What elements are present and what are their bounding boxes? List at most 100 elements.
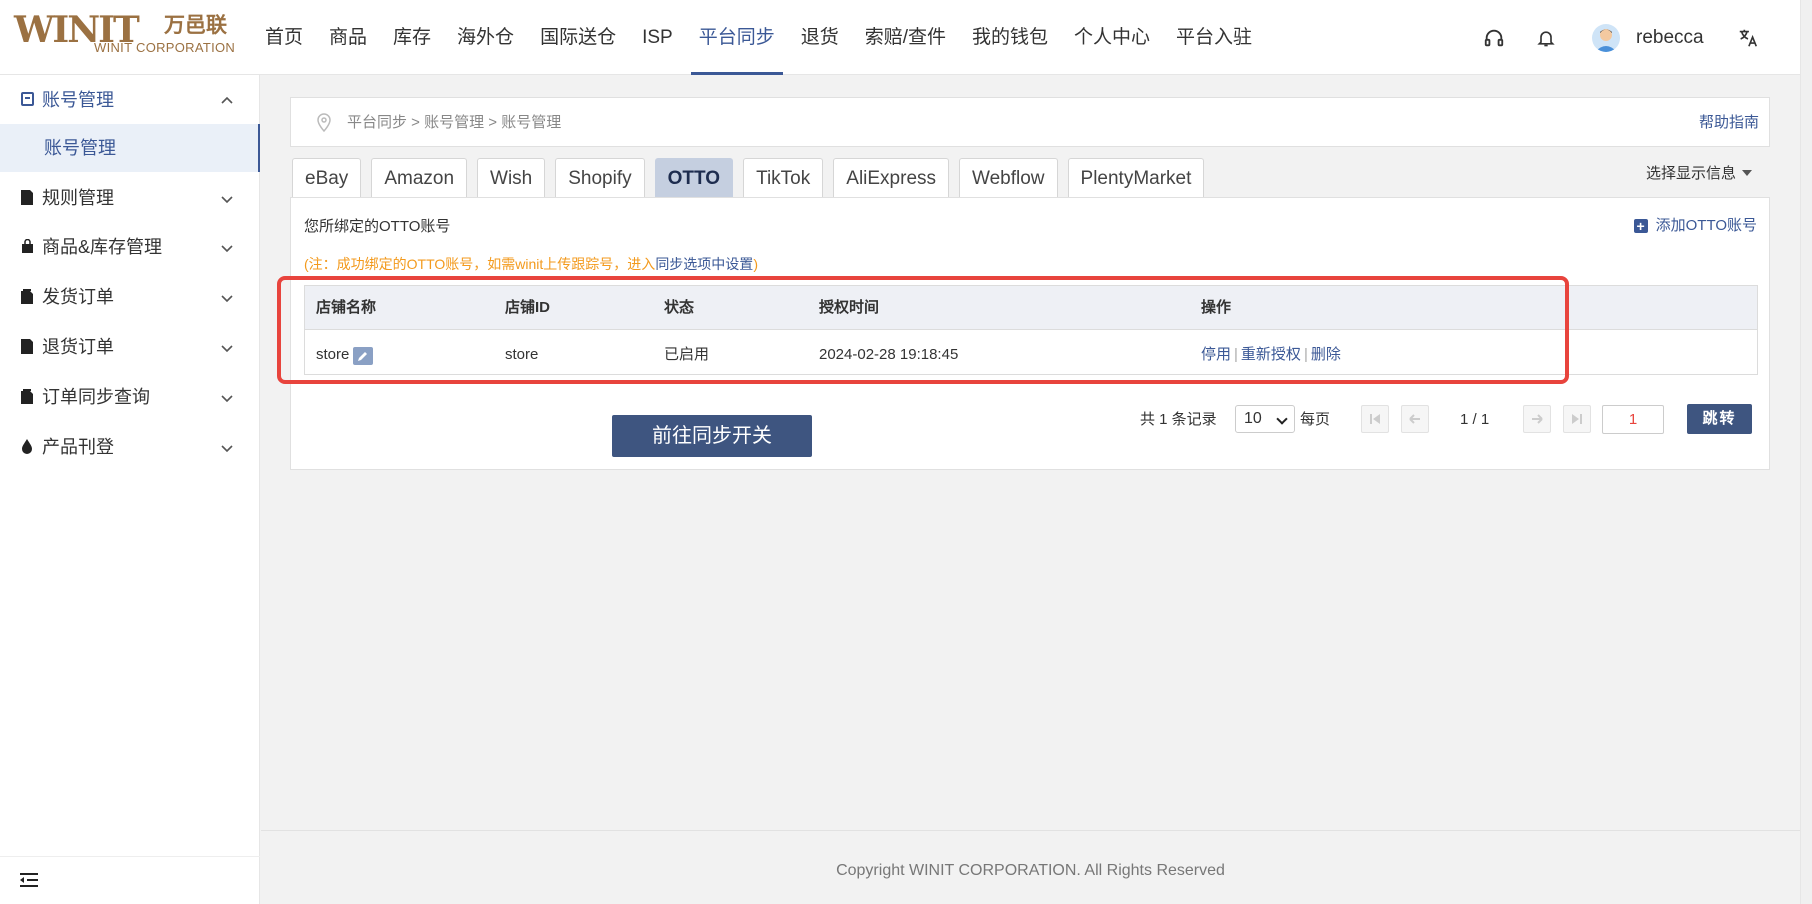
panel-title: 您所绑定的OTTO账号 <box>304 218 451 235</box>
display-info-label: 选择显示信息 <box>1646 165 1737 182</box>
add-otto-account-label: 添加OTTO账号 <box>1655 217 1757 234</box>
nav-item-claims[interactable]: 索赔/查件 <box>852 0 959 75</box>
page-size-select[interactable]: 10 <box>1235 405 1295 433</box>
sidebar-item-label: 规则管理 <box>42 188 114 208</box>
disable-link[interactable]: 停用 <box>1201 346 1231 363</box>
chevron-down-icon <box>220 439 234 453</box>
bag-icon <box>20 238 34 254</box>
chevron-down-icon <box>1276 413 1288 425</box>
rules-icon <box>20 189 34 205</box>
sidebar-item-label: 订单同步查询 <box>42 387 150 407</box>
breadcrumb: 平台同步 > 账号管理 > 账号管理 帮助指南 <box>290 97 1770 147</box>
tab-amazon[interactable]: Amazon <box>371 158 468 198</box>
nav-item-isp[interactable]: ISP <box>629 0 686 75</box>
page-size-value: 10 <box>1244 410 1262 427</box>
tab-shopify[interactable]: Shopify <box>555 158 645 198</box>
column-header-status: 状态 <box>664 299 695 316</box>
nav-item-international-shipping[interactable]: 国际送仓 <box>527 0 629 75</box>
nav-item-inventory[interactable]: 库存 <box>380 0 444 75</box>
chevron-down-icon <box>220 289 234 303</box>
goto-sync-switch-button[interactable]: 前往同步开关 <box>612 415 812 457</box>
tab-plentymarket[interactable]: PlentyMarket <box>1067 158 1205 198</box>
sidebar-item-label: 账号管理 <box>42 90 114 110</box>
first-page-button[interactable] <box>1361 405 1389 433</box>
headset-icon[interactable] <box>1482 26 1506 50</box>
status-text: 已启用 <box>664 346 710 363</box>
store-id: store <box>505 346 539 363</box>
document-icon <box>20 338 34 354</box>
chevron-up-icon <box>220 92 234 106</box>
delete-link[interactable]: 删除 <box>1311 346 1341 363</box>
page-number: 1 / 1 <box>1460 411 1490 428</box>
sidebar: 账号管理 账号管理 规则管理 商品&库存管理 发货订单 退货订单 订单同步查询 … <box>0 75 260 904</box>
sync-options-link[interactable]: 同步选项中设置 <box>655 256 753 272</box>
tab-tiktok[interactable]: TikTok <box>743 158 824 198</box>
logo-cn-text: 万邑联 <box>164 14 227 37</box>
row-actions: 停用 | 重新授权 | 删除 <box>1201 346 1341 364</box>
sidebar-footer <box>0 856 260 904</box>
chevron-down-icon <box>220 190 234 204</box>
chevron-down-icon <box>220 339 234 353</box>
nav-item-platform-sync[interactable]: 平台同步 <box>686 0 788 75</box>
auth-time: 2024-02-28 19:18:45 <box>819 346 959 363</box>
sidebar-item-account-management[interactable]: 账号管理 <box>0 75 260 123</box>
sidebar-item-product-inventory[interactable]: 商品&库存管理 <box>0 222 260 270</box>
arrow-left-icon <box>1409 414 1420 424</box>
nav-item-wallet[interactable]: 我的钱包 <box>959 0 1061 75</box>
action-separator: | <box>1303 346 1308 363</box>
next-page-button[interactable] <box>1523 405 1551 433</box>
last-page-icon <box>1572 414 1582 424</box>
translate-icon[interactable] <box>1736 26 1760 50</box>
plus-icon: + <box>1633 219 1648 233</box>
help-guide-link[interactable]: 帮助指南 <box>1699 114 1759 132</box>
collapse-menu-icon[interactable] <box>20 872 38 888</box>
footer: Copyright WINIT CORPORATION. All Rights … <box>261 830 1800 904</box>
nav-item-profile[interactable]: 个人中心 <box>1061 0 1163 75</box>
sidebar-item-order-sync-query[interactable]: 订单同步查询 <box>0 372 260 420</box>
tab-wish[interactable]: Wish <box>477 158 546 198</box>
nav-item-products[interactable]: 商品 <box>316 0 380 75</box>
location-pin-icon <box>315 113 333 133</box>
chevron-down-icon <box>220 239 234 253</box>
edit-icon[interactable] <box>353 347 374 365</box>
column-header-store-name: 店铺名称 <box>316 299 377 316</box>
arrow-right-icon <box>1532 414 1543 424</box>
column-header-auth-time: 授权时间 <box>819 299 880 316</box>
sidebar-item-label: 退货订单 <box>42 337 114 357</box>
sidebar-item-return-orders[interactable]: 退货订单 <box>0 322 260 370</box>
jump-page-input[interactable] <box>1602 405 1664 434</box>
nav-item-platform-onboarding[interactable]: 平台入驻 <box>1163 0 1265 75</box>
username[interactable]: rebecca <box>1636 26 1704 50</box>
sidebar-item-label: 发货订单 <box>42 287 114 307</box>
breadcrumb-text: 平台同步 > 账号管理 > 账号管理 <box>347 114 562 131</box>
prev-page-button[interactable] <box>1401 405 1429 433</box>
bell-icon[interactable] <box>1534 26 1558 50</box>
tab-aliexpress[interactable]: AliExpress <box>833 158 950 198</box>
tab-ebay[interactable]: eBay <box>292 158 362 198</box>
last-page-button[interactable] <box>1563 405 1591 433</box>
per-page-label: 每页 <box>1300 411 1331 428</box>
copyright-text: Copyright WINIT CORPORATION. All Rights … <box>836 862 1225 879</box>
main-nav: 首页 商品 库存 海外仓 国际送仓 ISP 平台同步 退货 索赔/查件 我的钱包… <box>252 0 1265 75</box>
reauthorize-link[interactable]: 重新授权 <box>1241 346 1301 363</box>
document-icon <box>20 388 34 404</box>
jump-button[interactable]: 跳转 <box>1687 404 1752 434</box>
account-table: 店铺名称 店铺ID 状态 授权时间 操作 store store 已启用 202… <box>304 285 1758 375</box>
winit-logo[interactable]: WINIT 万邑联 WINIT CORPORATION <box>14 12 239 58</box>
tab-webflow[interactable]: Webflow <box>959 158 1058 198</box>
sidebar-item-shipping-orders[interactable]: 发货订单 <box>0 272 260 320</box>
drop-icon <box>20 438 34 454</box>
display-info-select[interactable]: 选择显示信息 <box>1646 164 1753 184</box>
tab-otto[interactable]: OTTO <box>654 158 734 198</box>
sidebar-item-rules[interactable]: 规则管理 <box>0 173 260 221</box>
avatar[interactable] <box>1592 24 1620 52</box>
nav-item-home[interactable]: 首页 <box>252 0 316 75</box>
nav-item-overseas-warehouse[interactable]: 海外仓 <box>444 0 527 75</box>
nav-item-returns[interactable]: 退货 <box>788 0 852 75</box>
top-navbar: WINIT 万邑联 WINIT CORPORATION 首页 商品 库存 海外仓… <box>0 0 1800 75</box>
sidebar-item-product-listing[interactable]: 产品刊登 <box>0 422 260 470</box>
sidebar-subitem-account-management[interactable]: 账号管理 <box>0 124 260 172</box>
sidebar-item-label: 商品&库存管理 <box>42 237 163 257</box>
scrollbar[interactable] <box>1800 0 1812 904</box>
add-otto-account-button[interactable]: + 添加OTTO账号 <box>1633 216 1757 236</box>
